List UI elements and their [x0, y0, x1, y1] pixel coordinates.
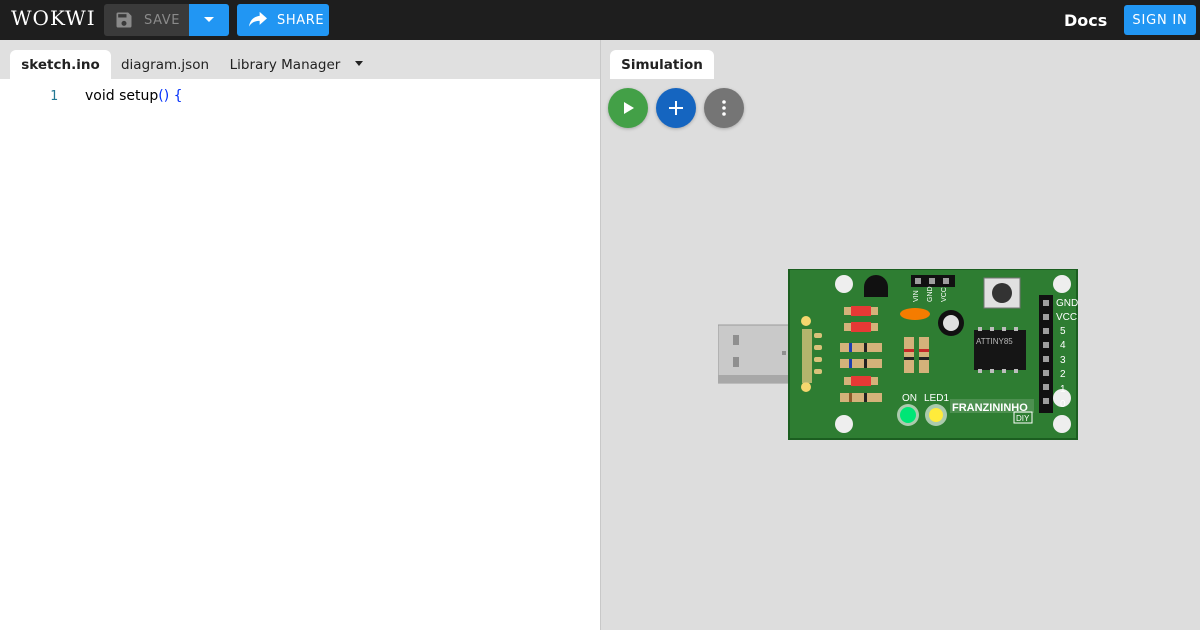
led1-label: LED1 [924, 393, 949, 404]
code-token: void setup [85, 88, 159, 104]
led-on-label: ON [902, 393, 917, 404]
chip-label: ATTINY85 [976, 337, 1013, 346]
board-brand-sub: DIY [1016, 414, 1030, 423]
pin-vin-label: VIN [913, 290, 920, 302]
more-vertical-icon [722, 100, 726, 116]
pin-gnd-label: GND [927, 286, 934, 302]
docs-link[interactable]: Docs [1064, 11, 1107, 30]
share-label: SHARE [277, 12, 325, 28]
tab-sketch-ino[interactable]: sketch.ino [10, 50, 111, 79]
code-line[interactable]: void setup() { [85, 88, 183, 104]
floppy-disk-icon [116, 12, 132, 28]
pin-label: VCC [1056, 312, 1077, 323]
add-part-button[interactable] [656, 88, 696, 128]
board-graphic: VIN GND VCC ATTINY85 GND VCC 5 4 3 2 1 0… [717, 268, 1078, 440]
more-options-button[interactable] [704, 88, 744, 128]
share-button[interactable]: SHARE [237, 4, 329, 36]
code-punctuation: () { [158, 88, 183, 104]
tab-simulation[interactable]: Simulation [610, 50, 714, 79]
simulation-pane: Simulation VIN GND VCC ATTINY85 GND VCC … [601, 40, 1200, 630]
pin-label: 0 [1060, 399, 1066, 410]
plus-icon [669, 101, 683, 115]
pin-label: 1 [1060, 384, 1066, 395]
sign-in-button[interactable]: SIGN IN [1124, 5, 1196, 35]
save-button-group: SAVE [104, 4, 229, 36]
save-label: SAVE [144, 12, 181, 28]
franzininho-board[interactable]: VIN GND VCC ATTINY85 GND VCC 5 4 3 2 1 0… [717, 268, 1088, 441]
wokwi-logo[interactable]: WOKWI [11, 6, 96, 30]
pin-header [1039, 295, 1053, 413]
pin-vcc-label: VCC [941, 287, 948, 302]
code-editor[interactable]: 1 void setup() { [0, 79, 600, 630]
led1 [929, 408, 943, 422]
save-button[interactable]: SAVE [104, 4, 189, 36]
share-arrow-icon [249, 11, 267, 27]
tab-diagram-json[interactable]: diagram.json [113, 50, 217, 79]
tabs-menu-caret-icon[interactable] [355, 61, 363, 66]
power-led [900, 407, 916, 423]
top-bar: WOKWI SAVE SHARE Docs SIGN IN [0, 0, 1200, 40]
pin-label: 4 [1060, 340, 1066, 351]
start-simulation-button[interactable] [608, 88, 648, 128]
line-number: 1 [50, 89, 58, 104]
pin-label: 3 [1060, 355, 1066, 366]
editor-tab-bar: sketch.ino diagram.json Library Manager [0, 40, 600, 79]
save-options-dropdown[interactable] [189, 4, 229, 36]
pin-label: GND [1056, 298, 1078, 309]
tab-library-manager[interactable]: Library Manager [225, 50, 345, 79]
caret-down-icon [204, 17, 214, 22]
attiny85-chip [974, 330, 1026, 370]
editor-pane: sketch.ino diagram.json Library Manager … [0, 40, 600, 630]
usb-connector [717, 324, 793, 384]
pin-label: 2 [1060, 369, 1066, 380]
pin-label: 5 [1060, 326, 1066, 337]
play-icon [624, 102, 634, 114]
